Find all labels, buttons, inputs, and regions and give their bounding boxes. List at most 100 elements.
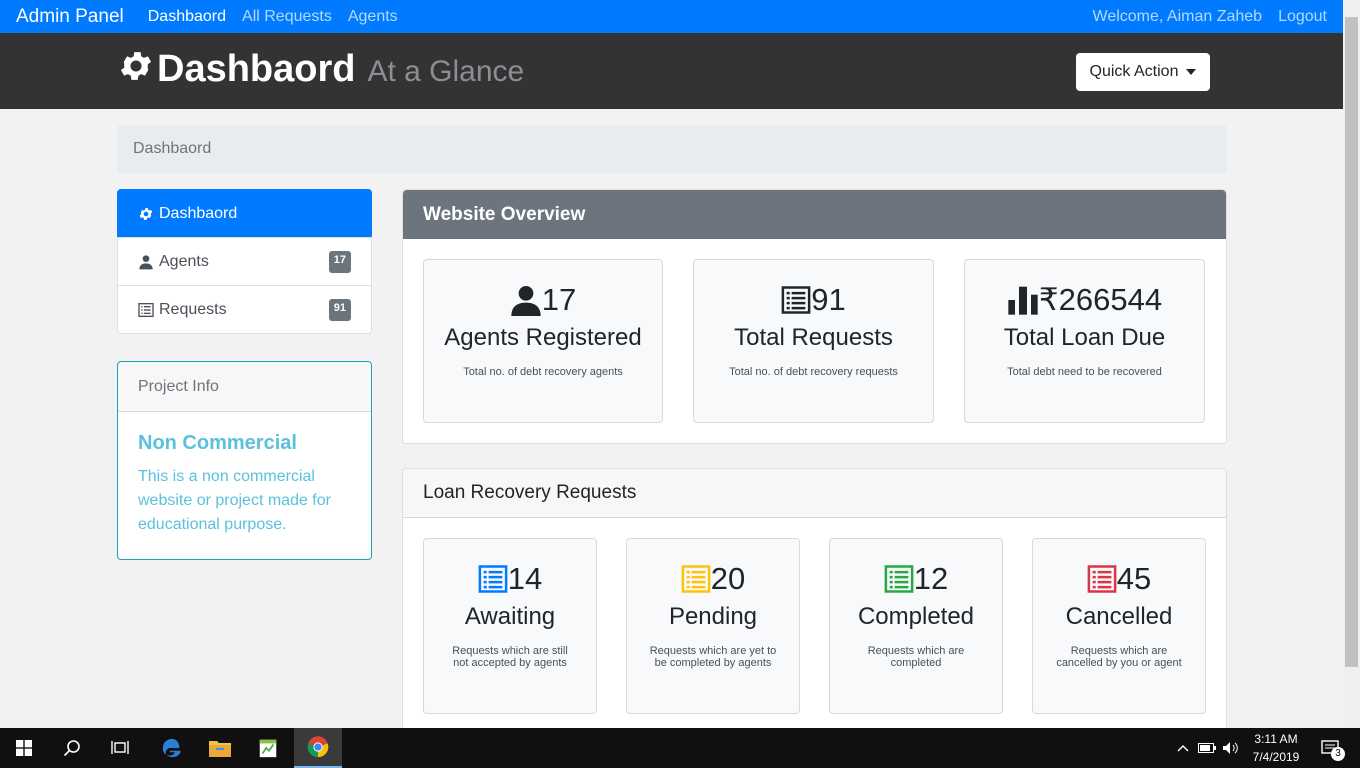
list-icon (884, 565, 914, 593)
folder-icon (209, 741, 231, 757)
page-header: Dashbaord At a Glance Quick Action (0, 33, 1343, 109)
sidebar-item-requests[interactable]: Requests 91 (117, 285, 372, 334)
page-subtitle: At a Glance (367, 55, 525, 88)
list-icon (681, 565, 711, 593)
task-view-icon (111, 741, 129, 754)
navbar-right: Welcome, Aiman Zaheb Logout (1077, 8, 1328, 26)
sidebar-item-dashboard[interactable]: Dashbaord (117, 189, 372, 238)
bar-chart-icon (1008, 286, 1038, 315)
taskbar-clock[interactable]: 3:11 AM 7/4/2019 (1248, 730, 1304, 766)
stat-value: 12 (913, 561, 949, 596)
stat-value: 14 (507, 561, 543, 596)
loan-recovery-card: Loan Recovery Requests 14 Awaiting Reque… (402, 468, 1227, 738)
chrome-browser-icon (307, 736, 329, 758)
gear-icon (139, 207, 153, 220)
stat-description: Total no. of debt recovery agents (463, 366, 623, 378)
sidebar-list: Dashbaord Agents 17 Requests 91 (117, 189, 372, 334)
project-info-title: Non Commercial (138, 432, 297, 454)
search-button[interactable] (48, 728, 96, 768)
project-info-card: Project Info Non Commercial This is a no… (117, 361, 372, 560)
stat-description: Requests which are yet to be completed b… (649, 645, 777, 669)
sidebar-item-agents[interactable]: Agents 17 (117, 237, 372, 286)
stat-label: Completed (857, 603, 975, 630)
stat-agents-registered: 17 Agents Registered Total no. of debt r… (423, 259, 663, 423)
project-info-header: Project Info (118, 362, 371, 412)
edge-taskbar-button[interactable] (148, 728, 196, 768)
action-center-button[interactable]: 3 (1310, 728, 1350, 768)
user-icon (511, 286, 541, 316)
page-title: Dashbaord (157, 48, 356, 90)
caret-down-icon (1186, 69, 1197, 75)
website-overview-header: Website Overview (403, 190, 1226, 239)
breadcrumb: Dashbaord (117, 125, 1227, 173)
battery-button[interactable] (1196, 728, 1218, 768)
windows-logo-icon (16, 740, 32, 756)
stat-label: Cancelled (1065, 603, 1173, 630)
agents-count-badge: 17 (328, 250, 351, 273)
logout-link[interactable]: Logout (1278, 8, 1327, 26)
stat-label: Total Requests (734, 324, 893, 351)
sidebar-item-label: Dashbaord (159, 204, 238, 222)
user-icon (139, 254, 153, 269)
page-scrollbar[interactable] (1343, 0, 1360, 728)
search-icon (63, 740, 80, 757)
nav-all-requests-link[interactable]: All Requests (242, 8, 332, 26)
stat-pending: 20 Pending Requests which are yet to be … (626, 538, 800, 714)
stat-description: Requests which are cancelled by you or a… (1056, 645, 1182, 669)
task-view-button[interactable] (96, 728, 144, 768)
brand-link[interactable]: Admin Panel (16, 6, 124, 28)
edge-browser-icon (162, 738, 181, 758)
list-icon (138, 302, 154, 317)
stat-description: Requests which are completed (867, 645, 965, 669)
clock-date: 7/4/2019 (1252, 750, 1300, 764)
stat-awaiting: 14 Awaiting Requests which are still not… (423, 538, 597, 714)
battery-icon (1198, 743, 1216, 753)
volume-button[interactable] (1220, 728, 1242, 768)
quick-action-label: Quick Action (1089, 63, 1179, 80)
windows-taskbar: 3:11 AM 7/4/2019 3 (0, 728, 1360, 768)
stat-label: Pending (668, 603, 758, 630)
start-button[interactable] (0, 728, 48, 768)
requests-count-badge: 91 (328, 298, 351, 321)
nav-dashboard-link[interactable]: Dashbaord (148, 8, 226, 26)
stat-total-requests: 91 Total Requests Total no. of debt reco… (693, 259, 934, 423)
scrollbar-thumb[interactable] (1345, 17, 1358, 667)
chrome-taskbar-button[interactable] (294, 728, 342, 768)
breadcrumb-item: Dashbaord (133, 140, 212, 157)
stat-description: Total no. of debt recovery requests (729, 366, 898, 378)
nav-agents-link[interactable]: Agents (348, 8, 398, 26)
stat-total-loan-due: ₹266544 Total Loan Due Total debt need t… (964, 259, 1205, 423)
stat-completed: 12 Completed Requests which are complete… (829, 538, 1003, 714)
stat-value: 17 (541, 282, 577, 317)
show-hidden-icons-button[interactable] (1172, 728, 1194, 768)
clock-time: 3:11 AM (1254, 732, 1298, 746)
stat-value: 45 (1116, 561, 1152, 596)
stat-value: 20 (710, 561, 746, 596)
sidebar-item-label: Agents (159, 252, 209, 270)
stat-description: Total debt need to be recovered (1007, 366, 1162, 378)
page-title-group: Dashbaord At a Glance (117, 43, 524, 91)
notepad-taskbar-button[interactable] (244, 728, 292, 768)
sidebar-item-label: Requests (159, 300, 227, 318)
list-icon (478, 565, 508, 593)
website-overview-card: Website Overview 17 Agents Registered To… (402, 189, 1227, 444)
project-info-text: This is a non commercial website or proj… (138, 468, 331, 533)
stat-value: 91 (811, 282, 846, 317)
speaker-icon (1223, 742, 1238, 754)
chevron-up-icon (1177, 745, 1189, 752)
welcome-link[interactable]: Welcome, Aiman Zaheb (1093, 8, 1263, 26)
stat-label: Agents Registered (444, 324, 642, 351)
notification-count-badge: 3 (1331, 747, 1345, 761)
file-explorer-taskbar-button[interactable] (196, 728, 244, 768)
stat-value: ₹266544 (1038, 282, 1163, 317)
stat-cancelled: 45 Cancelled Requests which are cancelle… (1032, 538, 1206, 714)
gear-icon (120, 52, 152, 80)
stat-label: Total Loan Due (1003, 324, 1166, 351)
stat-label: Awaiting (464, 603, 556, 630)
list-icon (1087, 565, 1117, 593)
editor-app-icon (259, 739, 277, 758)
top-navbar: Admin Panel Dashbaord All Requests Agent… (0, 0, 1343, 33)
stat-description: Requests which are still not accepted by… (452, 645, 568, 669)
loan-recovery-header: Loan Recovery Requests (403, 469, 1226, 518)
quick-action-button[interactable]: Quick Action (1076, 53, 1210, 91)
